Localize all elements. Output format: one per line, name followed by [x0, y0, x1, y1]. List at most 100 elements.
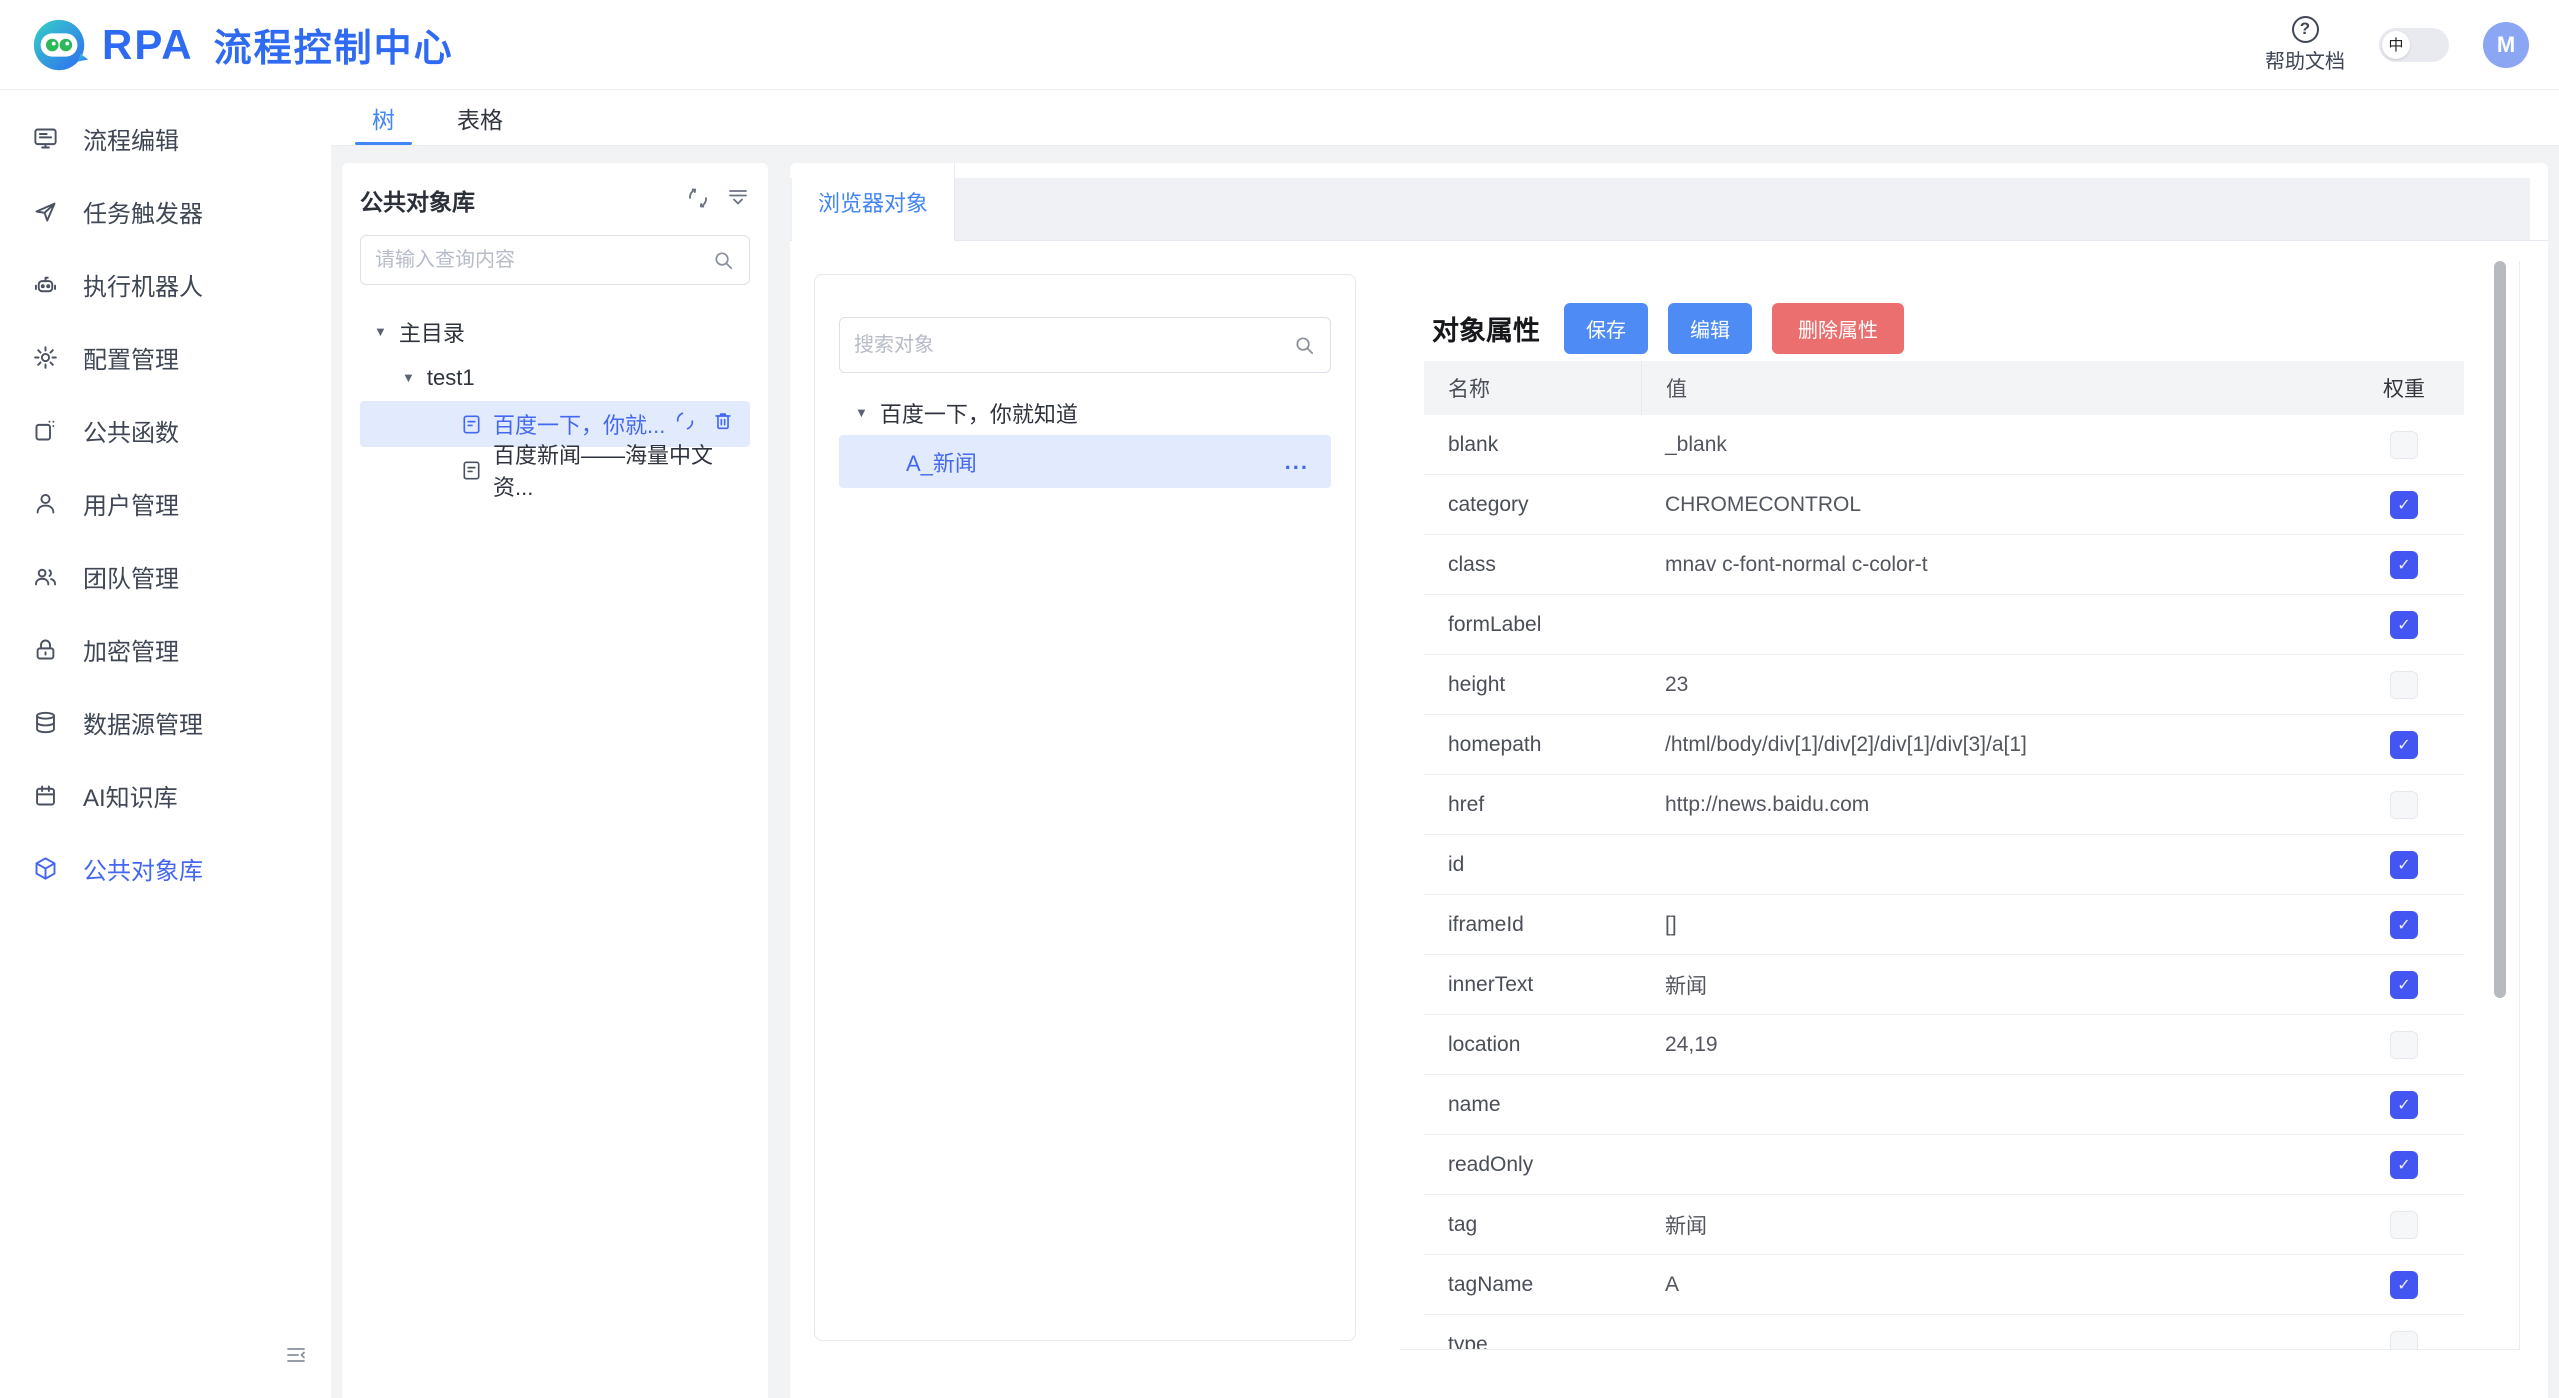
weight-checkbox[interactable]	[2390, 1331, 2418, 1350]
object-node-label: A_新闻	[906, 446, 977, 478]
sidebar-item-label: 公共函数	[83, 413, 179, 448]
weight-checkbox[interactable]	[2390, 911, 2418, 939]
object-group-node[interactable]: ▼ 百度一下，你就知道	[839, 391, 1331, 435]
sidebar-item-process-edit[interactable]: 流程编辑	[0, 102, 331, 175]
weight-checkbox[interactable]	[2390, 1091, 2418, 1119]
object-tabbar: 浏览器对象	[790, 163, 2548, 241]
weight-checkbox[interactable]	[2390, 551, 2418, 579]
property-value: mnav c-font-normal c-color-t	[1641, 553, 2344, 577]
properties-header: 对象属性 保存 编辑 删除属性	[1432, 303, 2519, 353]
tree-node-file-other[interactable]: 百度新闻——海量中文资...	[360, 447, 750, 493]
refresh-icon	[674, 410, 696, 432]
caret-down-icon[interactable]: ▼	[402, 370, 415, 385]
collapse-all-button[interactable]	[726, 186, 750, 215]
sidebar-item-ai-knowledge[interactable]: AI知识库	[0, 759, 331, 832]
edit-button[interactable]: 编辑	[1668, 303, 1752, 354]
sidebar-item-public-functions[interactable]: 公共函数	[0, 394, 331, 467]
library-title: 公共对象库	[360, 183, 475, 217]
tab-browser-objects[interactable]: 浏览器对象	[792, 163, 955, 241]
property-name: type	[1424, 1333, 1641, 1350]
search-icon	[712, 249, 735, 272]
tabbar-background	[790, 178, 2530, 240]
sidebar-item-task-trigger[interactable]: 任务触发器	[0, 175, 331, 248]
weight-checkbox[interactable]	[2390, 971, 2418, 999]
tab-tree-view[interactable]: 树	[355, 90, 412, 145]
user-avatar[interactable]: M	[2483, 22, 2529, 68]
help-docs-link[interactable]: ? 帮助文档	[2265, 16, 2345, 74]
object-node-selected[interactable]: A_新闻 ...	[839, 435, 1331, 488]
property-value: 24,19	[1641, 1033, 2344, 1057]
caret-down-icon[interactable]: ▼	[855, 405, 868, 420]
top-header: RPA 流程控制中心 ? 帮助文档 中 M	[0, 0, 2559, 90]
sidebar-item-label: 流程编辑	[83, 121, 179, 156]
weight-checkbox[interactable]	[2390, 791, 2418, 819]
property-value: 新闻	[1641, 1210, 2344, 1240]
object-search-input[interactable]	[854, 334, 1293, 357]
weight-checkbox[interactable]	[2390, 851, 2418, 879]
rpa-control-center-app: RPA 流程控制中心 ? 帮助文档 中 M 流程编辑 任务触发器 执行机器人	[0, 0, 2559, 1398]
property-name: innerText	[1424, 973, 1641, 997]
property-name: href	[1424, 793, 1641, 817]
reload-object-button[interactable]	[674, 410, 696, 438]
refresh-button[interactable]	[686, 186, 710, 215]
sidebar-item-label: 数据源管理	[83, 705, 203, 740]
weight-checkbox[interactable]	[2390, 1151, 2418, 1179]
tab-table-view[interactable]: 表格	[440, 90, 520, 145]
property-name: tag	[1424, 1213, 1641, 1237]
function-box-icon	[32, 417, 59, 444]
object-properties-panel: 对象属性 保存 编辑 删除属性 名称 值 权重	[1400, 261, 2520, 1350]
delete-object-button[interactable]	[712, 410, 734, 438]
sidebar-item-label: 团队管理	[83, 559, 179, 594]
tree-node-label: 百度新闻——海量中文资...	[493, 438, 750, 502]
property-row: innerText 新闻	[1424, 955, 2464, 1015]
sidebar-item-robots[interactable]: 执行机器人	[0, 248, 331, 321]
weight-checkbox[interactable]	[2390, 731, 2418, 759]
weight-checkbox[interactable]	[2390, 1271, 2418, 1299]
library-search	[360, 235, 750, 285]
vertical-scrollbar[interactable]	[2494, 261, 2506, 998]
more-actions-icon[interactable]: ...	[1285, 449, 1331, 475]
property-name: homepath	[1424, 733, 1641, 757]
property-name: blank	[1424, 433, 1641, 457]
tree-node-root[interactable]: ▼ 主目录	[360, 309, 750, 355]
weight-checkbox[interactable]	[2390, 1211, 2418, 1239]
sidebar-item-user-management[interactable]: 用户管理	[0, 467, 331, 540]
sidebar-item-team-management[interactable]: 团队管理	[0, 540, 331, 613]
weight-checkbox[interactable]	[2390, 431, 2418, 459]
delete-attribute-button[interactable]: 删除属性	[1772, 303, 1904, 354]
sidebar-item-encryption[interactable]: 加密管理	[0, 613, 331, 686]
help-label: 帮助文档	[2265, 45, 2345, 74]
library-search-input[interactable]	[375, 249, 712, 272]
property-name: readOnly	[1424, 1153, 1641, 1177]
tree-node-folder[interactable]: ▼ test1	[360, 355, 750, 401]
tree-node-label: 主目录	[399, 316, 465, 348]
weight-checkbox[interactable]	[2390, 491, 2418, 519]
property-value: http://news.baidu.com	[1641, 793, 2344, 817]
language-toggle[interactable]: 中	[2379, 28, 2449, 62]
weight-checkbox[interactable]	[2390, 611, 2418, 639]
property-value: 23	[1641, 673, 2344, 697]
property-name: category	[1424, 493, 1641, 517]
property-row: height 23	[1424, 655, 2464, 715]
property-name: location	[1424, 1033, 1641, 1057]
lock-icon	[32, 636, 59, 663]
weight-checkbox[interactable]	[2390, 671, 2418, 699]
question-circle-icon: ?	[2292, 16, 2319, 43]
property-value: A	[1641, 1273, 2344, 1297]
team-icon	[32, 563, 59, 590]
content-area: 公共对象库 ▼	[331, 146, 2559, 1398]
sidebar-item-label: AI知识库	[83, 778, 178, 813]
collapse-sidebar-button[interactable]	[284, 1343, 308, 1372]
property-name: id	[1424, 853, 1641, 877]
property-row: homepath /html/body/div[1]/div[2]/div[1]…	[1424, 715, 2464, 775]
view-tabs: 树 表格	[331, 90, 2559, 146]
properties-title: 对象属性	[1432, 309, 1540, 348]
collapse-all-icon	[726, 186, 750, 210]
page-title: 流程控制中心	[214, 17, 454, 72]
sidebar-item-object-library[interactable]: 公共对象库	[0, 832, 331, 905]
weight-checkbox[interactable]	[2390, 1031, 2418, 1059]
sidebar-item-datasources[interactable]: 数据源管理	[0, 686, 331, 759]
caret-down-icon[interactable]: ▼	[374, 324, 387, 339]
save-button[interactable]: 保存	[1564, 303, 1648, 354]
sidebar-item-config[interactable]: 配置管理	[0, 321, 331, 394]
